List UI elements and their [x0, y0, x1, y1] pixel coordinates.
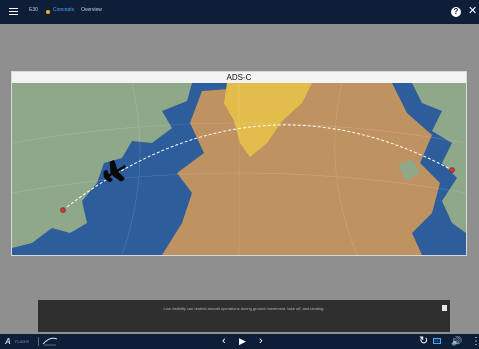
bottom-bar: A FLIGHT ‹ ▶ › ↻ CC 🔊 ⋮ [0, 334, 479, 349]
partner-logo-icon [42, 337, 58, 346]
notes-icon[interactable] [442, 305, 447, 311]
closed-captions-icon[interactable]: CC [433, 338, 441, 344]
breadcrumb-dot-icon [46, 10, 50, 14]
caption-text: Low visibility can restrict aircraft ope… [163, 306, 325, 311]
caption-box: Low visibility can restrict aircraft ope… [38, 300, 450, 332]
logo-divider [38, 337, 39, 346]
top-bar: E30 Concepts Overview ? ✕ [0, 0, 479, 24]
close-icon[interactable]: ✕ [468, 5, 477, 17]
logo-text: FLIGHT [15, 339, 30, 344]
previous-slide-button[interactable]: ‹ [222, 335, 226, 348]
hamburger-menu-icon[interactable] [9, 8, 18, 16]
volume-icon[interactable]: 🔊 [451, 335, 462, 348]
breadcrumb-course-code: E30 [29, 7, 38, 13]
logo-mark: A [5, 337, 11, 346]
more-options-icon[interactable]: ⋮ [471, 335, 479, 348]
next-slide-button[interactable]: › [259, 335, 263, 348]
destination-point-icon [449, 167, 455, 173]
map-airspace-region [162, 83, 440, 255]
route-map [12, 83, 466, 255]
help-icon[interactable]: ? [451, 7, 461, 17]
slide-frame: ADS-C [11, 71, 467, 256]
play-button[interactable]: ▶ [239, 335, 246, 348]
breadcrumb-section[interactable]: Concepts [53, 7, 74, 13]
replay-icon[interactable]: ↻ [419, 335, 428, 348]
breadcrumb-page: Overview [81, 7, 102, 13]
origin-point-icon [60, 207, 66, 213]
